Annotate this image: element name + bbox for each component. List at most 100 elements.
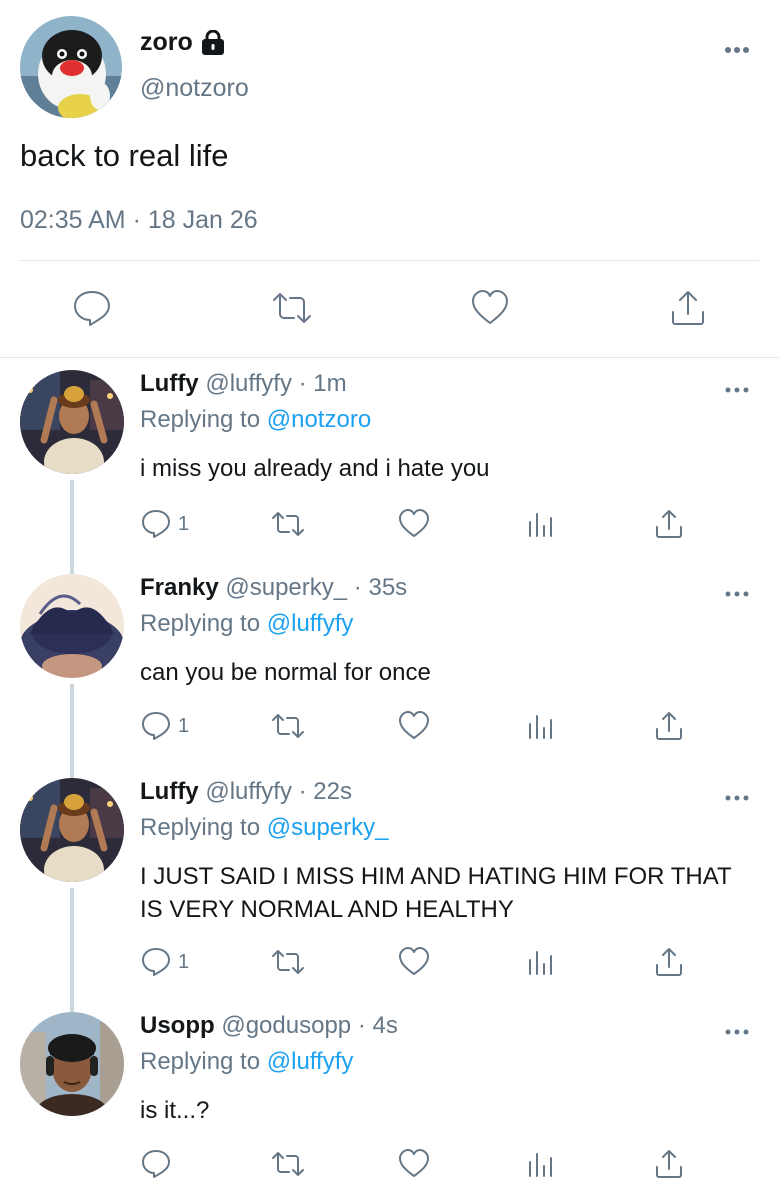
reply-header: Usopp @godusopp · 4s [140, 1012, 398, 1040]
reply-author-name[interactable]: Luffy [140, 370, 199, 397]
separator-dot: · [298, 370, 307, 397]
reply-actions: 1 [0, 946, 779, 982]
lock-icon [201, 29, 224, 55]
analytics-icon [529, 951, 552, 975]
analytics-icon [529, 715, 552, 739]
reply-time[interactable]: 1m [313, 370, 346, 397]
reply-button[interactable]: 1 [140, 508, 189, 540]
retweet-button[interactable] [272, 508, 304, 540]
author-name-text[interactable]: zoro [140, 28, 193, 57]
mention-link[interactable]: @luffyfy [267, 610, 354, 637]
reply-button[interactable]: 1 [140, 710, 189, 742]
reply-tweet: Luffy @luffyfy · 22s Replying to @superk… [0, 778, 779, 1013]
reply-actions: 1 [0, 710, 779, 746]
analytics-button[interactable] [525, 710, 557, 742]
like-button[interactable] [398, 946, 430, 978]
retweet-icon [272, 714, 304, 738]
avatar-luffy[interactable] [20, 370, 124, 474]
retweet-button[interactable] [272, 946, 304, 978]
analytics-button[interactable] [525, 508, 557, 540]
replying-to-label: Replying to [140, 814, 261, 841]
like-icon [399, 711, 429, 739]
reply-time[interactable]: 4s [372, 1012, 397, 1039]
replying-to: Replying to @luffyfy [140, 610, 353, 638]
analytics-button[interactable] [525, 946, 557, 978]
share-icon [656, 1150, 682, 1178]
share-button[interactable] [653, 710, 685, 742]
reply-author-handle[interactable]: @luffyfy [205, 370, 292, 397]
analytics-icon [529, 513, 552, 537]
reply-count: 1 [178, 512, 190, 535]
reply-author-name[interactable]: Usopp [140, 1012, 215, 1039]
separator-dot: · [353, 574, 362, 601]
tweet-timestamp[interactable]: 02:35 AM · 18 Jan 26 [20, 206, 258, 235]
replying-to-label: Replying to [140, 1048, 261, 1075]
reply-actions [0, 1148, 779, 1184]
more-options-icon[interactable] [722, 36, 752, 60]
author-handle[interactable]: @notzoro [140, 74, 249, 103]
reply-author-name[interactable]: Luffy [140, 778, 199, 805]
like-icon[interactable] [470, 288, 510, 328]
reply-icon [142, 948, 170, 976]
like-button[interactable] [398, 508, 430, 540]
reply-button[interactable]: 1 [140, 946, 189, 978]
replying-to: Replying to @luffyfy [140, 1048, 353, 1076]
reply-author-handle[interactable]: @superky_ [225, 574, 347, 601]
reply-count: 1 [178, 714, 190, 737]
reply-text: i miss you already and i hate you [140, 455, 490, 482]
reply-tweet: Luffy @luffyfy · 1m Replying to @notzoro… [0, 370, 779, 580]
reply-text: I JUST SAID I MISS HIM AND HATING HIM FO… [140, 863, 732, 923]
like-icon [399, 509, 429, 537]
tweet-text: back to real life [20, 138, 229, 173]
mention-link[interactable]: @notzoro [267, 406, 371, 433]
share-button[interactable] [653, 508, 685, 540]
separator-dot: · [357, 1012, 366, 1039]
reply-count: 1 [178, 950, 190, 973]
reply-header: Luffy @luffyfy · 22s [140, 778, 352, 806]
more-options-icon[interactable] [722, 784, 752, 808]
main-tweet: zoro @notzoro back to real life 02:35 AM… [0, 0, 779, 358]
reply-text: is it...? [140, 1097, 210, 1124]
share-button[interactable] [653, 1148, 685, 1180]
reply-button[interactable] [140, 1148, 178, 1180]
replying-to: Replying to @notzoro [140, 406, 371, 434]
reply-icon [142, 712, 170, 740]
reply-author-name[interactable]: Franky [140, 574, 219, 601]
separator-dot: · [298, 778, 307, 805]
reply-author-handle[interactable]: @luffyfy [205, 778, 292, 805]
retweet-button[interactable] [272, 710, 304, 742]
more-options-icon[interactable] [722, 376, 752, 400]
mention-link[interactable]: @luffyfy [267, 1048, 354, 1075]
retweet-button[interactable] [272, 1148, 304, 1180]
author-name[interactable]: zoro [140, 28, 225, 57]
reply-time[interactable]: 35s [368, 574, 407, 601]
share-icon[interactable] [668, 288, 708, 328]
divider [20, 260, 759, 261]
more-options-icon[interactable] [722, 580, 752, 604]
section-divider [0, 357, 779, 358]
mention-link[interactable]: @superky_ [267, 814, 389, 841]
reply-header: Franky @superky_ · 35s [140, 574, 407, 602]
reply-tweet: Usopp @godusopp · 4s Replying to @luffyf… [0, 1012, 779, 1200]
reply-header: Luffy @luffyfy · 1m [140, 370, 347, 398]
avatar-luffy[interactable] [20, 778, 124, 882]
replying-to-label: Replying to [140, 406, 261, 433]
reply-icon[interactable] [72, 288, 112, 328]
replying-to-label: Replying to [140, 610, 261, 637]
share-icon [656, 510, 682, 538]
reply-icon [142, 1150, 170, 1178]
reply-author-handle[interactable]: @godusopp [221, 1012, 351, 1039]
retweet-icon [272, 1152, 304, 1176]
analytics-icon [529, 1153, 552, 1177]
avatar-franky[interactable] [20, 574, 124, 678]
analytics-button[interactable] [525, 1148, 557, 1180]
like-button[interactable] [398, 1148, 430, 1180]
reply-time[interactable]: 22s [313, 778, 352, 805]
more-options-icon[interactable] [722, 1018, 752, 1042]
avatar-usopp[interactable] [20, 1012, 124, 1116]
share-button[interactable] [653, 946, 685, 978]
retweet-icon[interactable] [272, 288, 312, 328]
like-button[interactable] [398, 710, 430, 742]
like-icon [399, 947, 429, 975]
avatar-zoro[interactable] [20, 16, 122, 118]
